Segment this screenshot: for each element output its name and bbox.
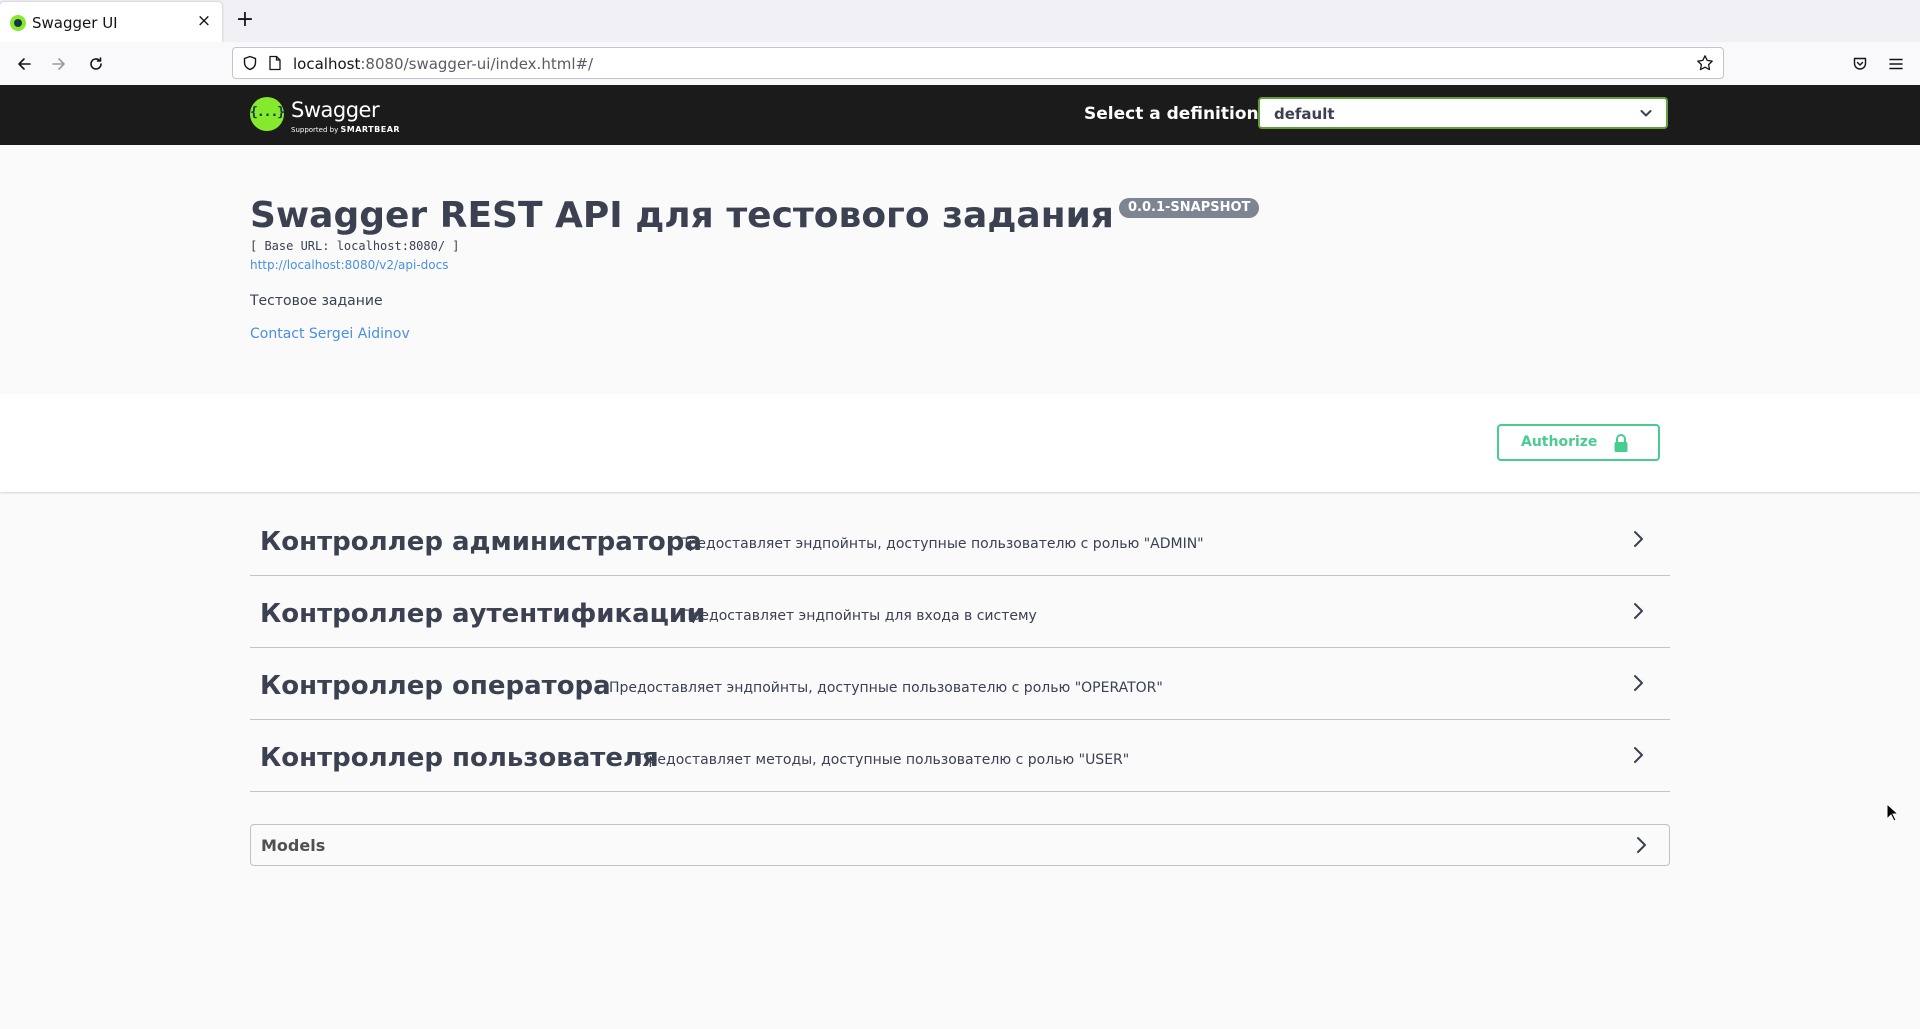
logo-text: Swagger xyxy=(291,98,380,122)
tag-name: Контроллер оператора xyxy=(260,671,611,701)
chevron-right-icon[interactable] xyxy=(1628,673,1648,693)
url-text[interactable]: localhost:8080/swagger-ui/index.html#/ xyxy=(293,55,593,73)
tag-section-operator[interactable]: Контроллер оператора Предоставляет эндпо… xyxy=(250,649,1670,720)
logo-subtitle: Supported by SMARTBEAR xyxy=(291,125,400,134)
contact-link[interactable]: Contact Sergei Aidinov xyxy=(250,326,410,342)
tag-name: Контроллер аутентификации xyxy=(260,599,706,629)
base-url: [ Base URL: localhost:8080/ ] xyxy=(250,239,460,253)
tag-description: Предоставляет методы, доступные пользова… xyxy=(638,752,1130,768)
chevron-right-icon[interactable] xyxy=(1628,601,1648,621)
tag-section-auth[interactable]: Контроллер аутентификации Предоставляет … xyxy=(250,577,1670,648)
logo-sub-prefix: Supported by xyxy=(291,126,339,134)
url-host: localhost xyxy=(293,55,361,73)
api-description: Тестовое задание xyxy=(250,293,383,309)
api-title: Swagger REST API для тестового задания xyxy=(250,195,1114,236)
tag-description: Предоставляет эндпойнты, доступные польз… xyxy=(678,536,1204,552)
api-docs-link[interactable]: http://localhost:8080/v2/api-docs xyxy=(250,258,448,272)
logo-sub-brand: SMARTBEAR xyxy=(340,125,401,134)
star-icon[interactable] xyxy=(1696,54,1714,76)
tag-sections: Контроллер администратора Предоставляет … xyxy=(250,505,1670,793)
definition-label: Select a definition xyxy=(1084,104,1259,124)
menu-icon[interactable] xyxy=(1882,50,1910,78)
api-info: Swagger REST API для тестового задания 0… xyxy=(0,145,1920,394)
chevron-right-icon[interactable] xyxy=(1628,745,1648,765)
tag-name: Контроллер администратора xyxy=(260,527,702,557)
mouse-cursor-icon xyxy=(1886,802,1900,823)
authorize-button[interactable]: Authorize xyxy=(1497,424,1660,461)
tag-name: Контроллер пользователя xyxy=(260,743,659,773)
scheme-container: Authorize xyxy=(0,394,1920,492)
swagger-favicon-icon xyxy=(10,15,26,31)
tab-title: Swagger UI xyxy=(32,14,118,32)
page-icon[interactable] xyxy=(268,55,282,75)
close-tab-icon[interactable]: × xyxy=(194,11,214,31)
swagger-logo-icon: {...} xyxy=(250,97,285,131)
models-label: Models xyxy=(261,836,326,855)
tag-description: Предоставляет эндпойнты для входа в сист… xyxy=(681,608,1037,624)
back-icon[interactable] xyxy=(10,50,38,78)
chevron-right-icon[interactable] xyxy=(1631,835,1651,855)
authorize-label: Authorize xyxy=(1521,434,1598,450)
models-section[interactable]: Models xyxy=(250,824,1670,866)
forward-icon[interactable] xyxy=(45,50,73,78)
swagger-topbar: {...} Swagger Supported by SMARTBEAR Sel… xyxy=(0,85,1920,145)
tag-section-user[interactable]: Контроллер пользователя Предоставляет ме… xyxy=(250,721,1670,792)
new-tab-icon[interactable]: + xyxy=(234,8,256,32)
version-badge: 0.0.1-SNAPSHOT xyxy=(1119,198,1260,218)
browser-tab-bar: Swagger UI × + xyxy=(0,0,1920,42)
chevron-right-icon[interactable] xyxy=(1628,529,1648,549)
url-path: :8080/swagger-ui/index.html#/ xyxy=(360,55,594,73)
logo-mark-glyph: {...} xyxy=(250,105,285,120)
definition-select-value: default xyxy=(1274,105,1335,123)
browser-nav-bar: localhost:8080/swagger-ui/index.html#/ xyxy=(0,42,1920,86)
tag-description: Предоставляет эндпойнты, доступные польз… xyxy=(609,680,1163,696)
shield-icon[interactable] xyxy=(242,55,258,75)
url-bar[interactable]: localhost:8080/swagger-ui/index.html#/ xyxy=(232,47,1724,79)
browser-tab[interactable]: Swagger UI × xyxy=(0,2,222,42)
lock-icon xyxy=(1613,433,1629,453)
pocket-icon[interactable] xyxy=(1846,50,1874,78)
chevron-down-icon xyxy=(1638,105,1654,121)
reload-icon[interactable] xyxy=(82,50,110,78)
definition-select[interactable]: default xyxy=(1258,97,1668,129)
tag-section-admin[interactable]: Контроллер администратора Предоставляет … xyxy=(250,505,1670,576)
